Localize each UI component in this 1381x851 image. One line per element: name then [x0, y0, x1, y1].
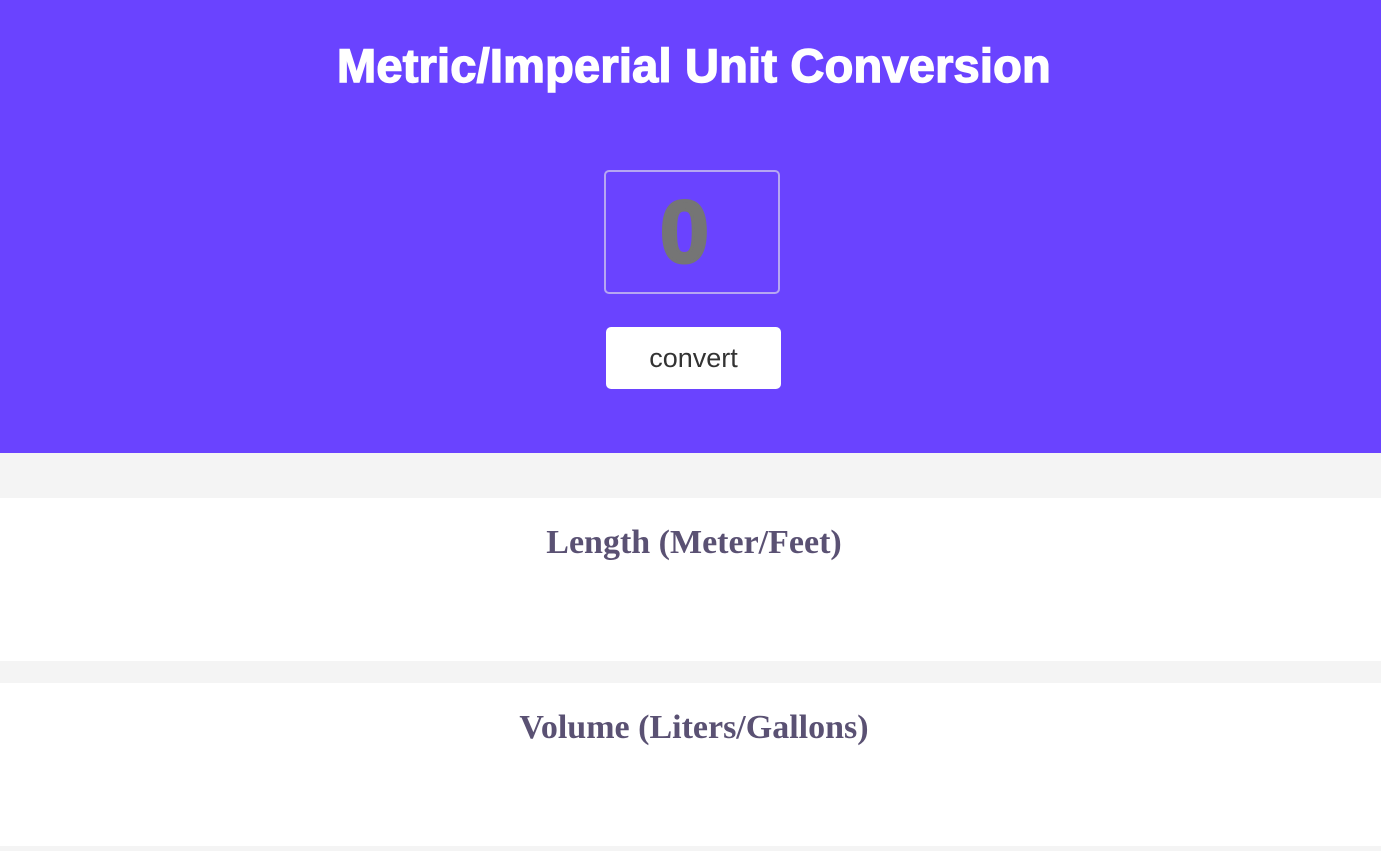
length-section-title: Length (Meter/Feet): [546, 524, 842, 561]
volume-section: Volume (Liters/Gallons): [0, 683, 1381, 846]
length-section: Length (Meter/Feet): [0, 498, 1381, 661]
hero-header: Metric/Imperial Unit Conversion convert: [0, 0, 1381, 453]
volume-section-title: Volume (Liters/Gallons): [519, 709, 869, 746]
number-input[interactable]: [604, 170, 780, 294]
page-title: Metric/Imperial Unit Conversion: [336, 38, 1051, 92]
convert-button[interactable]: convert: [606, 327, 781, 389]
